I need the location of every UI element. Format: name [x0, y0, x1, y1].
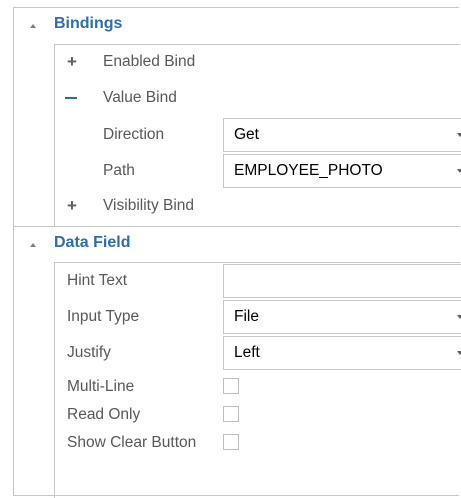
- prop-label-path: Path: [103, 162, 135, 179]
- property-row-read-only: Read Only: [55, 399, 460, 427]
- property-row-input-type: Input Type File: [55, 299, 461, 335]
- property-row-justify: Justify Left: [55, 335, 461, 371]
- prop-label-input-type: Input Type: [67, 308, 140, 325]
- chevron-down-icon[interactable]: [457, 315, 461, 319]
- node-label-visibility-bind: Visibility Bind: [103, 197, 195, 214]
- collapse-minus-icon[interactable]: [65, 97, 77, 99]
- path-value: EMPLOYEE_PHOTO: [234, 162, 383, 179]
- chevron-down-icon[interactable]: [457, 169, 461, 173]
- prop-label-justify: Justify: [67, 344, 111, 361]
- read-only-checkbox[interactable]: [223, 406, 239, 422]
- path-dropdown[interactable]: EMPLOYEE_PHOTO: [223, 154, 461, 188]
- property-row-multi-line: Multi-Line: [55, 371, 460, 399]
- prop-label-multi-line: Multi-Line: [67, 378, 135, 395]
- tree-node-value-bind[interactable]: Value Bind: [55, 81, 460, 117]
- property-panel: Bindings + Enabled Bind Value Bind Direc…: [13, 7, 461, 498]
- expand-plus-icon[interactable]: +: [67, 197, 77, 214]
- section-header-bindings[interactable]: Bindings: [14, 8, 460, 44]
- direction-dropdown[interactable]: Get: [223, 118, 461, 152]
- prop-label-show-clear-button: Show Clear Button: [67, 434, 197, 451]
- section-header-data-field[interactable]: Data Field: [13, 226, 460, 263]
- prop-label-read-only: Read Only: [67, 406, 141, 423]
- bindings-body: + Enabled Bind Value Bind Direction Get …: [54, 44, 461, 226]
- section-title-bindings: Bindings: [54, 15, 123, 32]
- collapse-triangle-icon[interactable]: [30, 243, 36, 247]
- chevron-down-icon[interactable]: [457, 133, 461, 137]
- direction-value: Get: [234, 126, 259, 143]
- justify-dropdown[interactable]: Left: [223, 336, 461, 370]
- property-row-show-clear-button: Show Clear Button: [55, 427, 460, 455]
- prop-label-hint-text: Hint Text: [67, 272, 128, 289]
- chevron-down-icon[interactable]: [457, 351, 461, 355]
- expand-plus-icon[interactable]: +: [67, 53, 77, 70]
- prop-label-direction: Direction: [103, 126, 165, 143]
- property-row-hint-text: Hint Text: [55, 263, 461, 299]
- input-type-value: File: [234, 308, 259, 325]
- input-type-dropdown[interactable]: File: [223, 300, 461, 334]
- node-label-value-bind: Value Bind: [103, 89, 177, 106]
- justify-value: Left: [234, 344, 260, 361]
- multi-line-checkbox[interactable]: [223, 378, 239, 394]
- section-title-data-field: Data Field: [54, 234, 131, 251]
- property-row-path: Path EMPLOYEE_PHOTO: [55, 153, 461, 189]
- node-label-enabled-bind: Enabled Bind: [103, 53, 196, 70]
- tree-node-enabled-bind[interactable]: + Enabled Bind: [55, 45, 460, 81]
- tree-node-visibility-bind[interactable]: + Visibility Bind: [55, 189, 460, 225]
- data-field-body: Hint Text Input Type File Justify Left M…: [54, 262, 461, 498]
- show-clear-button-checkbox[interactable]: [223, 434, 239, 450]
- hint-text-input[interactable]: [223, 264, 461, 298]
- property-row-direction: Direction Get: [55, 117, 461, 153]
- collapse-triangle-icon[interactable]: [30, 24, 36, 28]
